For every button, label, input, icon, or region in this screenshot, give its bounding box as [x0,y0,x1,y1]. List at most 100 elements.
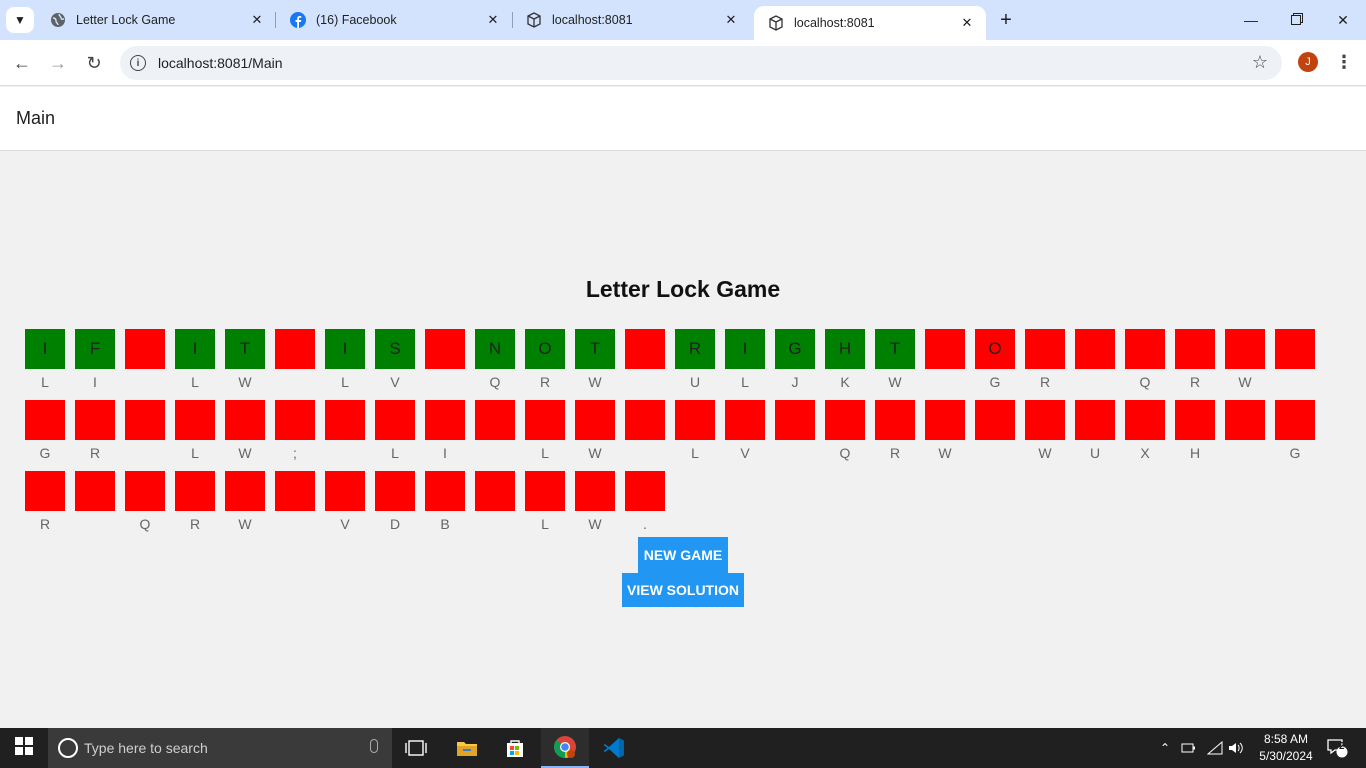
letter-box[interactable]: I [175,329,215,369]
letter-box[interactable] [75,400,115,440]
letter-box[interactable] [925,329,965,369]
file-explorer-icon[interactable] [443,728,491,768]
letter-box[interactable] [325,400,365,440]
letter-box[interactable] [575,471,615,511]
letter-box[interactable]: O [975,329,1015,369]
letter-box[interactable] [75,471,115,511]
tab-localhost[interactable]: localhost:8081 ✕ [512,0,750,40]
close-icon[interactable]: ✕ [722,11,740,29]
letter-box[interactable] [1225,400,1265,440]
letter-box[interactable] [475,400,515,440]
letter-box[interactable] [375,400,415,440]
letter-box[interactable] [525,471,565,511]
letter-box[interactable] [875,400,915,440]
url-text[interactable]: localhost:8081/Main [158,55,283,71]
letter-box[interactable]: R [675,329,715,369]
letter-box[interactable] [1025,329,1065,369]
letter-box[interactable] [625,400,665,440]
close-icon[interactable]: ✕ [248,11,266,29]
letter-box[interactable]: I [25,329,65,369]
letter-box[interactable]: S [375,329,415,369]
close-icon[interactable]: ✕ [484,11,502,29]
microphone-icon[interactable] [370,739,378,753]
letter-box[interactable] [275,329,315,369]
view-solution-button[interactable]: VIEW SOLUTION [622,573,744,607]
volume-icon[interactable] [1226,728,1246,768]
new-game-button[interactable]: NEW GAME [638,537,728,573]
letter-box[interactable] [1025,400,1065,440]
letter-box[interactable] [275,400,315,440]
letter-box[interactable] [125,471,165,511]
letter-box[interactable] [125,329,165,369]
letter-box[interactable] [1075,400,1115,440]
letter-box[interactable] [25,471,65,511]
letter-box[interactable]: G [775,329,815,369]
tab-search-button[interactable]: ▼ [6,7,34,33]
letter-box[interactable] [1075,329,1115,369]
store-icon[interactable] [491,728,539,768]
tab-facebook[interactable]: (16) Facebook ✕ [276,0,512,40]
letter-box[interactable] [375,471,415,511]
letter-box[interactable] [575,400,615,440]
tab-letter-lock-game[interactable]: Letter Lock Game ✕ [36,0,276,40]
letter-box[interactable] [775,400,815,440]
letter-box[interactable]: O [525,329,565,369]
letter-box[interactable]: N [475,329,515,369]
tray-chevron-up-icon[interactable]: ⌃ [1156,728,1174,768]
letter-box[interactable]: F [75,329,115,369]
letter-box[interactable]: I [725,329,765,369]
battery-icon[interactable] [1178,728,1200,768]
letter-box[interactable] [625,471,665,511]
letter-box[interactable] [1275,329,1315,369]
letter-box[interactable] [1125,329,1165,369]
network-icon[interactable] [1204,728,1226,768]
letter-box[interactable] [175,400,215,440]
tab-localhost-active[interactable]: localhost:8081 ✕ [754,6,986,40]
letter-box[interactable] [125,400,165,440]
forward-button[interactable]: → [43,48,73,78]
letter-box[interactable] [825,400,865,440]
restore-button[interactable] [1274,0,1320,40]
letter-box[interactable] [975,400,1015,440]
letter-box[interactable] [425,329,465,369]
close-icon[interactable]: ✕ [958,14,976,32]
letter-box[interactable] [625,329,665,369]
letter-box[interactable] [1275,400,1315,440]
letter-box[interactable] [475,471,515,511]
letter-box[interactable] [1175,400,1215,440]
letter-box[interactable] [925,400,965,440]
reload-button[interactable]: ↻ [79,48,109,78]
letter-box[interactable] [225,471,265,511]
minimize-button[interactable]: — [1228,0,1274,40]
letter-box[interactable] [225,400,265,440]
chrome-icon[interactable] [541,728,589,768]
letter-box[interactable] [175,471,215,511]
close-window-button[interactable]: ✕ [1320,0,1366,40]
letter-box[interactable] [1175,329,1215,369]
vscode-icon[interactable] [590,728,638,768]
letter-box[interactable] [425,400,465,440]
profile-avatar[interactable]: J [1298,52,1318,72]
clock[interactable]: 8:58 AM 5/30/2024 [1244,731,1328,765]
start-button[interactable] [0,728,48,768]
letter-box[interactable] [725,400,765,440]
letter-box[interactable] [275,471,315,511]
letter-box[interactable]: H [825,329,865,369]
letter-box[interactable]: T [875,329,915,369]
letter-box[interactable] [675,400,715,440]
task-view-icon[interactable] [392,728,440,768]
letter-box[interactable]: I [325,329,365,369]
bookmark-star-icon[interactable]: ☆ [1252,52,1268,73]
letter-box[interactable]: T [575,329,615,369]
taskbar-search[interactable]: Type here to search [48,728,392,768]
new-tab-button[interactable]: + [994,8,1018,32]
address-bar[interactable]: i localhost:8081/Main ☆ [120,46,1282,80]
letter-box[interactable] [25,400,65,440]
notification-center-button[interactable]: 2 [1320,728,1354,768]
letter-box[interactable] [525,400,565,440]
letter-box[interactable] [1125,400,1165,440]
letter-box[interactable] [325,471,365,511]
letter-box[interactable] [425,471,465,511]
letter-box[interactable] [1225,329,1265,369]
info-icon[interactable]: i [130,55,146,71]
